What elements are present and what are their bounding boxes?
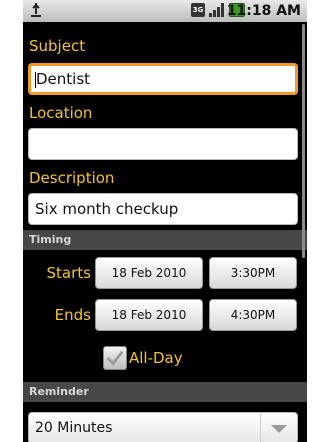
all-day-label: All-Day bbox=[129, 349, 183, 367]
end-time-button[interactable]: 4:30PM bbox=[209, 299, 297, 331]
status-bar: 3G 11:18 AM bbox=[23, 0, 307, 22]
start-time-button[interactable]: 3:30PM bbox=[209, 257, 297, 289]
location-field[interactable] bbox=[28, 128, 298, 160]
subject-value: Dentist bbox=[36, 70, 91, 88]
status-time: 11:18 AM bbox=[226, 3, 301, 19]
scrollbar[interactable] bbox=[302, 24, 305, 258]
usb-icon bbox=[31, 3, 41, 17]
all-day-checkbox[interactable] bbox=[103, 346, 127, 370]
starts-label: Starts bbox=[46, 264, 91, 282]
subject-label: Subject bbox=[29, 37, 86, 55]
ends-label: Ends bbox=[54, 306, 91, 324]
description-field[interactable]: Six month checkup bbox=[28, 193, 298, 225]
chevron-down-icon bbox=[271, 425, 287, 433]
spinner-arrow bbox=[260, 413, 297, 442]
network-3g-icon: 3G bbox=[191, 3, 205, 17]
end-date-button[interactable]: 18 Feb 2010 bbox=[95, 299, 203, 331]
start-date-button[interactable]: 18 Feb 2010 bbox=[95, 257, 203, 289]
timing-header: Timing bbox=[23, 230, 307, 250]
location-label: Location bbox=[29, 104, 93, 122]
event-edit-screen: 3G 11:18 AM Subject Dentist Location Des… bbox=[23, 0, 307, 442]
reminder-spinner[interactable]: 20 Minutes bbox=[28, 412, 298, 442]
check-icon bbox=[106, 350, 124, 366]
description-label: Description bbox=[29, 169, 115, 187]
subject-field[interactable]: Dentist bbox=[28, 63, 298, 95]
reminder-header: Reminder bbox=[23, 382, 307, 402]
reminder-value: 20 Minutes bbox=[35, 420, 113, 436]
signal-icon bbox=[209, 3, 224, 17]
